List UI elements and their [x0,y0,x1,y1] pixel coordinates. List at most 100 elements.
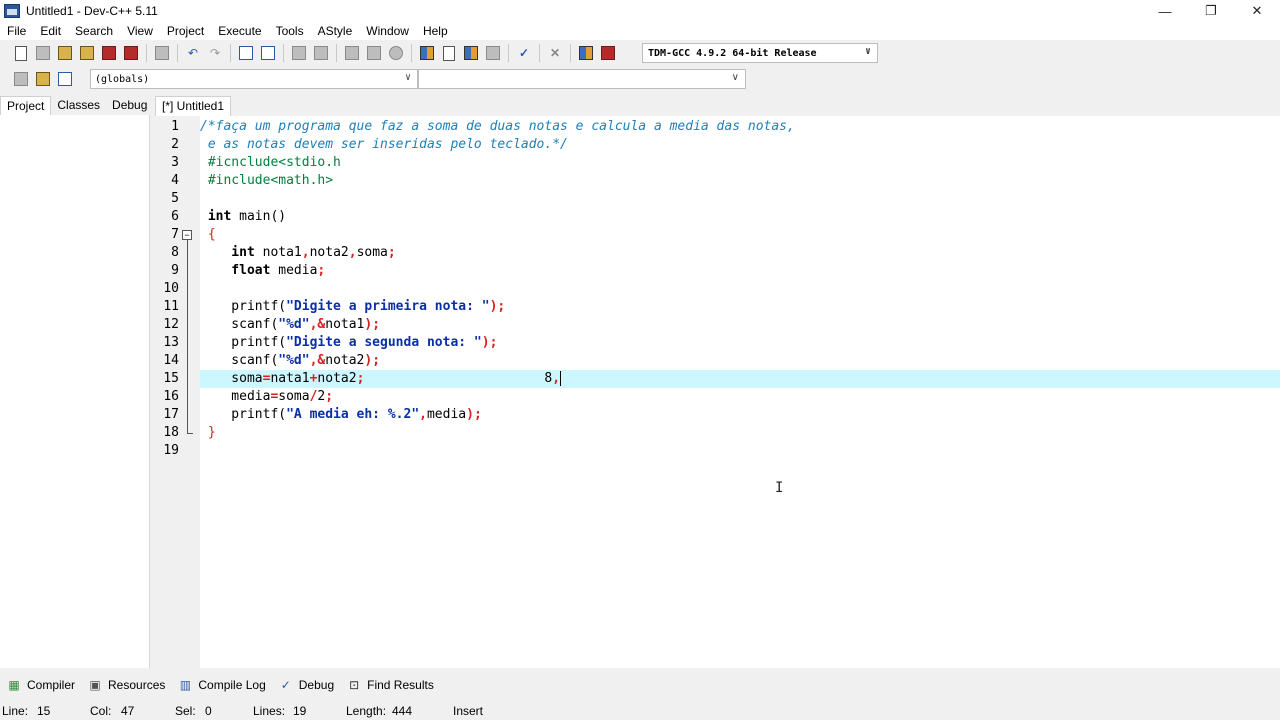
function-select[interactable]: ∨ [418,69,746,89]
code-line[interactable] [200,280,1280,298]
profile-button[interactable] [577,44,595,62]
menu-tools[interactable]: Tools [269,22,311,40]
code-line[interactable]: soma=nata1+nota2; 8, [200,370,1280,388]
tab-project[interactable]: Project [0,96,52,116]
code-token: ); [364,353,381,368]
code-editor[interactable]: 1 2 3 4 5 6 7 8 9 10 11 12 13 14 15 16 17 18 19− /*faça um… [155,116,1280,668]
save-all-button[interactable] [78,44,96,62]
menu-window[interactable]: Window [359,22,416,40]
code-line[interactable]: printf("A media eh: %.2",media); [200,406,1280,424]
unindent-button[interactable] [365,44,383,62]
close-file-button[interactable] [100,44,118,62]
status-lines-label: Lines: [253,704,286,718]
save-button[interactable] [56,44,74,62]
tab-resources[interactable]: ▣ Resources [87,678,165,692]
scope-select-value: (globals) [95,73,150,85]
tab-classes[interactable]: Classes [51,96,106,116]
menu-file[interactable]: File [0,22,33,40]
code-line[interactable]: { [200,226,1280,244]
indent-button[interactable] [343,44,361,62]
code-area[interactable]: /*faça um programa que faz a soma de dua… [200,116,1280,668]
code-token: nota1 [254,245,302,260]
tab-compiler[interactable]: ▦ Compiler [6,678,75,692]
status-mode: Insert [453,704,484,718]
tab-compile-log[interactable]: ▥ Compile Log [177,678,266,692]
scope-select[interactable]: (globals) ∨ [90,69,418,89]
project-panel[interactable] [0,115,150,668]
left-panel-tabs: Project Classes Debug [0,94,150,116]
code-token: ); [489,299,506,314]
new-file-button[interactable] [12,44,30,62]
line-number: 8 [171,245,179,260]
code-line[interactable]: float media; [200,262,1280,280]
menu-project[interactable]: Project [160,22,211,40]
code-line[interactable]: #include<math.h> [200,172,1280,190]
find-button[interactable] [237,44,255,62]
window-icon [443,45,455,61]
goto-bookmark-button[interactable] [56,70,74,88]
code-token: "%d" [278,317,310,332]
menu-help[interactable]: Help [416,22,455,40]
tab-debug-bottom[interactable]: ✓ Debug [278,678,334,692]
undo-icon: ↶ [187,46,199,60]
close-all-button[interactable] [122,44,140,62]
menu-search[interactable]: Search [68,22,120,40]
menu-execute[interactable]: Execute [211,22,268,40]
menu-edit[interactable]: Edit [33,22,68,40]
code-line[interactable]: e as notas devem ser inseridas pelo tecl… [200,136,1280,154]
fold-toggle-icon[interactable]: − [182,230,192,240]
replace-button[interactable] [259,44,277,62]
bottom-panel-tabs: ▦ Compiler ▣ Resources ▥ Compile Log ✓ D… [0,672,1280,698]
code-line[interactable]: media=soma/2; [200,388,1280,406]
code-line[interactable]: int nota1,nota2,soma; [200,244,1280,262]
tab-untitled1[interactable]: [*] Untitled1 [155,96,232,116]
code-token: media [426,407,467,422]
undo-button[interactable]: ↶ [184,44,202,62]
goto-bookmark-icon [58,72,72,86]
open-file-button[interactable] [34,44,52,62]
code-line[interactable]: scanf("%d",&nota1); [200,316,1280,334]
redo-button[interactable]: ↷ [206,44,224,62]
compiler-select[interactable]: TDM-GCC 4.9.2 64-bit Release ∨ [642,43,878,63]
menu-astyle[interactable]: AStyle [311,22,360,40]
check-syntax-button[interactable]: ✓ [515,44,533,62]
code-line[interactable] [200,442,1280,460]
goto-function-button[interactable] [312,44,330,62]
class-browser-button[interactable] [484,44,502,62]
code-line[interactable] [200,190,1280,208]
project-options-button[interactable] [462,44,480,62]
goto-line-button[interactable] [290,44,308,62]
code-line[interactable]: /*faça um programa que faz a soma de dua… [200,118,1280,136]
tab-resources-label: Resources [108,678,166,692]
code-token: ); [466,407,482,422]
goto-function-icon [314,46,328,60]
print-button[interactable] [153,44,171,62]
line-number: 17 [163,407,179,422]
secondary-toolbar [0,66,90,92]
tab-debug[interactable]: Debug [106,96,153,116]
code-line[interactable]: printf("Digite a primeira nota: "); [200,298,1280,316]
line-number: 16 [163,389,179,404]
window-button[interactable] [440,44,458,62]
code-line[interactable]: printf("Digite a segunda nota: "); [200,334,1280,352]
toggle-bookmark-button[interactable] [34,70,52,88]
restore-button[interactable]: ❐ [1188,0,1234,22]
tab-find-results[interactable]: ⊡ Find Results [346,678,434,692]
line-number: 19 [163,443,179,458]
code-line[interactable]: } [200,424,1280,442]
code-line[interactable]: #icnclude<stdio.h [200,154,1280,172]
code-line[interactable]: scanf("%d",&nota2); [200,352,1280,370]
code-token: ); [364,317,381,332]
minimize-button[interactable]: — [1142,0,1188,22]
goto-line-icon [292,46,306,60]
toggle-comment-button[interactable] [387,44,405,62]
new-project-button[interactable] [418,44,436,62]
close-button[interactable]: ✕ [1234,0,1280,22]
menu-view[interactable]: View [120,22,160,40]
insert-button[interactable] [12,70,30,88]
line-number: 1 [171,119,179,134]
toolbar-separator [283,44,284,62]
code-line[interactable]: int main() [200,208,1280,226]
stop-button[interactable]: ✕ [546,44,564,62]
delete-profile-button[interactable] [599,44,617,62]
